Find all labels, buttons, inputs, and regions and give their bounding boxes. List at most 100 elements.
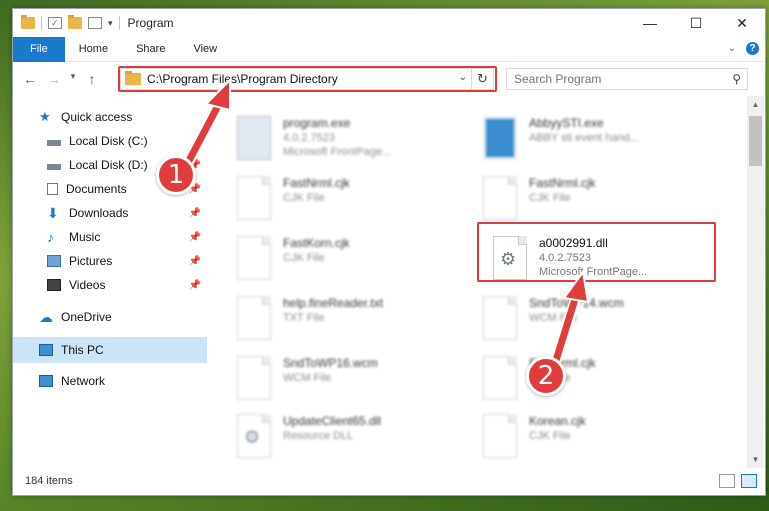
properties-icon[interactable]: ✓: [48, 17, 62, 29]
application-icon: [483, 116, 517, 160]
sidebar-item-network[interactable]: Network: [13, 370, 207, 392]
file-item[interactable]: SndToWP16.wcm WCM File: [237, 354, 477, 408]
file-item[interactable]: Korean.cjk CJK File: [483, 412, 723, 466]
gear-icon: ⚙: [244, 427, 261, 447]
minimize-button[interactable]: —: [627, 9, 673, 37]
details-view-icon[interactable]: [719, 474, 735, 488]
sidebar-item-label: Network: [61, 374, 106, 388]
document-icon: [483, 176, 517, 220]
tiles-view-icon[interactable]: [741, 474, 757, 488]
search-icon[interactable]: ⚲: [732, 72, 741, 86]
tab-share[interactable]: Share: [122, 37, 179, 62]
tab-file[interactable]: File: [13, 36, 65, 62]
sidebar-item-label: Quick access: [61, 110, 133, 124]
sidebar-item-videos[interactable]: Videos 📌: [13, 274, 207, 296]
sidebar-item-local-disk-c[interactable]: Local Disk (C:): [13, 130, 207, 152]
file-item[interactable]: ⚙ UpdateClient65.dll Resource DLL: [237, 412, 477, 466]
sidebar-item-label: Music: [69, 230, 101, 244]
scroll-up-icon[interactable]: ▲: [747, 96, 764, 113]
item-count: 184 items: [25, 475, 73, 487]
sidebar-item-label: Documents: [66, 182, 127, 196]
document-icon: [237, 236, 271, 280]
ribbon-controls: ⌄ ?: [728, 42, 759, 55]
sidebar-item-pictures[interactable]: Pictures 📌: [13, 250, 207, 272]
pin-icon[interactable]: 📌: [189, 280, 201, 291]
file-item[interactable]: FastNrml.cjk CJK File: [237, 174, 477, 228]
file-name: FastNrml.cjk: [529, 176, 596, 190]
file-item[interactable]: FastNrml.cjkCJK File: [483, 174, 723, 228]
scroll-thumb[interactable]: [749, 116, 762, 166]
forward-arrow-icon[interactable]: →: [43, 71, 65, 87]
document-icon: [483, 296, 517, 340]
file-item[interactable]: SndToWP14.wcm WCM File: [483, 294, 723, 348]
sidebar-item-label: Pictures: [69, 254, 113, 268]
pin-icon[interactable]: 📌: [189, 208, 201, 219]
ribbon-tabs: File Home Share View ⌄ ?: [13, 36, 765, 62]
window-title: Program: [127, 16, 174, 30]
quick-access-toolbar: ✓ ▾: [13, 15, 120, 30]
file-type: CJK File: [283, 252, 325, 264]
file-item[interactable]: help.fineReader.txt TXT File: [237, 294, 477, 348]
maximize-button[interactable]: ☐: [673, 9, 719, 37]
close-button[interactable]: ✕: [719, 9, 765, 37]
new-folder-icon[interactable]: [68, 15, 82, 29]
file-item[interactable]: program.exe 4.0.2.7523 Microsoft FrontPage…: [237, 114, 477, 168]
star-icon: ★: [39, 109, 51, 124]
status-bar: 184 items: [13, 467, 765, 495]
videos-icon: [47, 279, 61, 291]
sidebar-item-this-pc[interactable]: This PC: [13, 337, 207, 363]
sidebar-item-label: Downloads: [69, 206, 129, 220]
window-controls: — ☐ ✕: [627, 9, 765, 37]
dll-file-icon: ⚙: [237, 414, 271, 458]
up-arrow-icon[interactable]: ↑: [81, 71, 103, 87]
tab-view[interactable]: View: [179, 37, 231, 62]
expand-ribbon-icon[interactable]: ⌄: [728, 43, 736, 54]
chevron-down-icon[interactable]: ▾: [108, 18, 113, 29]
file-item[interactable]: AbbyySTI.exe ABBY sti event hand...: [483, 114, 723, 168]
folder-icon: [21, 15, 35, 29]
download-icon: ⬇: [47, 205, 59, 221]
vertical-scrollbar[interactable]: ▲ ▼: [747, 96, 764, 468]
scroll-down-icon[interactable]: ▼: [747, 451, 764, 468]
view-toggle-icon[interactable]: [88, 17, 102, 29]
file-name: program.exe: [283, 116, 351, 130]
file-name: UpdateClient65.dll: [283, 414, 382, 428]
computer-icon: [39, 344, 53, 356]
sidebar-item-label: OneDrive: [61, 310, 112, 324]
help-icon[interactable]: ?: [746, 42, 759, 55]
search-input[interactable]: [514, 72, 714, 86]
file-type: ABBY sti event hand...: [529, 132, 639, 144]
sidebar-item-label: Local Disk (C:): [69, 134, 148, 148]
file-type: Resource DLL: [283, 430, 354, 442]
step-badge-2: 2: [526, 356, 566, 396]
pin-icon[interactable]: 📌: [189, 232, 201, 243]
back-arrow-icon[interactable]: ←: [19, 71, 41, 87]
tab-home[interactable]: Home: [65, 37, 122, 62]
recent-locations-icon[interactable]: ▾: [67, 71, 79, 87]
file-name: SndToWP14.wcm: [529, 296, 624, 310]
file-item[interactable]: FastKorn.cjk CJK File: [237, 234, 477, 288]
file-type: CJK File: [283, 192, 325, 204]
divider: [118, 16, 120, 30]
file-name: AbbyySTI.exe: [529, 116, 604, 130]
application-icon: [237, 116, 271, 160]
pin-icon[interactable]: 📌: [189, 256, 201, 267]
document-icon: [483, 356, 517, 400]
sidebar-item-label: Local Disk (D:): [69, 158, 148, 172]
sidebar-item-music[interactable]: ♪ Music 📌: [13, 226, 207, 248]
pictures-icon: [47, 255, 61, 267]
file-type: WCM File: [529, 312, 578, 324]
sidebar-item-quick-access[interactable]: ★ Quick access: [13, 106, 207, 128]
file-name: FastNrml.cjk: [283, 176, 350, 190]
file-item[interactable]: FastNrml.cjkCJK File: [483, 354, 723, 408]
sidebar-item-onedrive[interactable]: ☁ OneDrive: [13, 306, 207, 328]
network-icon: [39, 375, 53, 387]
file-list: program.exe 4.0.2.7523 Microsoft FrontPage…: [207, 96, 747, 468]
file-description: Microsoft FrontPage...: [283, 146, 392, 158]
sidebar-item-downloads[interactable]: ⬇ Downloads 📌: [13, 202, 207, 224]
search-box[interactable]: ⚲: [506, 68, 748, 90]
document-icon: [237, 356, 271, 400]
cloud-icon: ☁: [39, 309, 53, 325]
view-switcher: [719, 474, 757, 488]
navigation-pane: ★ Quick access Local Disk (C:) Local Dis…: [13, 96, 207, 468]
